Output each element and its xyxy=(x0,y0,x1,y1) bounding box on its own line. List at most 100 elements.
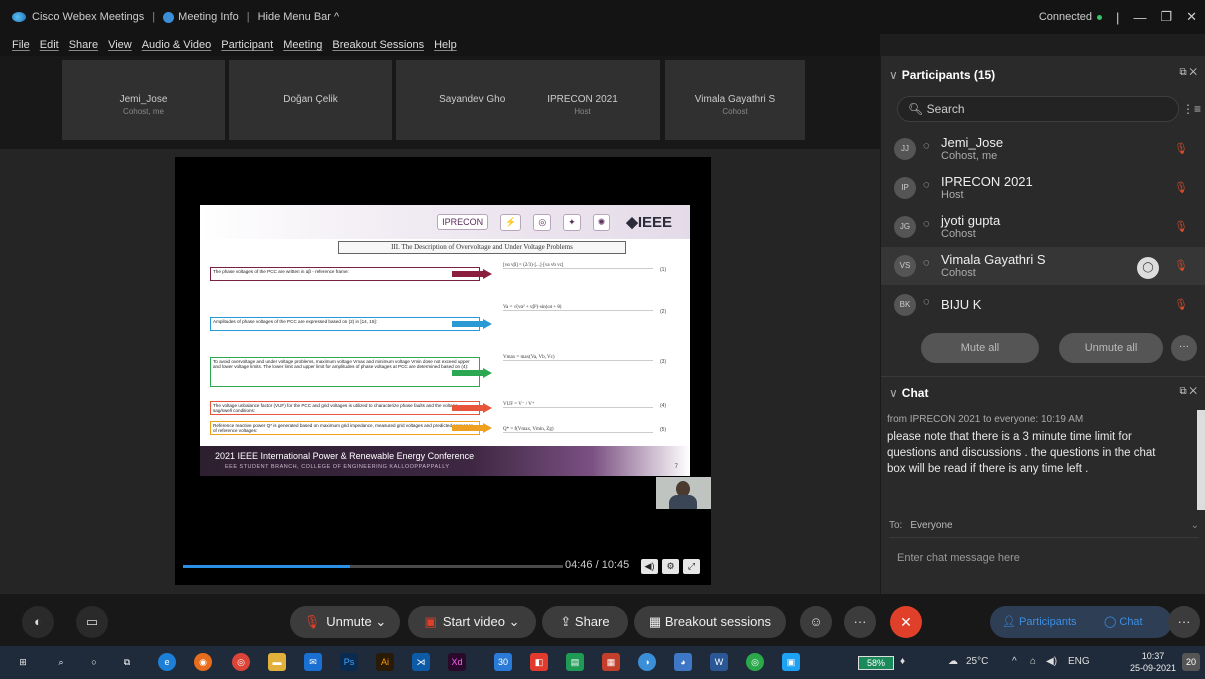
captions-icon[interactable]: ▭ xyxy=(76,606,108,638)
participants-toggle-button[interactable]: 👤︎ Participants xyxy=(1002,606,1077,638)
menu-file[interactable]: File xyxy=(12,39,30,51)
webex-meetings-icon[interactable]: ◕ xyxy=(674,653,692,671)
word-icon[interactable]: W xyxy=(710,653,728,671)
reactions-icon[interactable]: ☺ xyxy=(800,606,832,638)
edge-icon[interactable]: e xyxy=(158,653,176,671)
webex-assistant-icon[interactable]: ◐ xyxy=(22,606,54,638)
file-explorer-icon[interactable]: ▬ xyxy=(268,653,286,671)
xd-icon[interactable]: Xd xyxy=(448,653,466,671)
participant-row[interactable]: JG ◌ jyoti gupta Cohost 🎙︎ xyxy=(881,208,1205,246)
menu-edit[interactable]: Edit xyxy=(40,39,59,51)
hide-menu-bar-button[interactable]: Hide Menu Bar ^ xyxy=(258,11,340,23)
chat-recipient-select[interactable]: To: Everyone ⌄ xyxy=(889,520,1199,538)
menu-meeting[interactable]: Meeting xyxy=(283,39,322,51)
menu-share[interactable]: Share xyxy=(69,39,98,51)
popout-close-icon[interactable]: ⧉ ✕ xyxy=(1179,386,1197,397)
restore-icon[interactable]: ❐ xyxy=(1160,9,1172,25)
fullscreen-icon[interactable]: ⤢ xyxy=(683,559,700,574)
more-options-icon[interactable]: ◯ xyxy=(1137,257,1159,279)
mic-muted-icon[interactable]: 🎙︎ xyxy=(1174,142,1188,155)
shared-video[interactable]: IPRECON ⚡ ◎ ✦ ✺ ◆IEEE III. The Descripti… xyxy=(175,157,711,585)
excel-icon[interactable]: ▤ xyxy=(566,653,584,671)
menu-breakout-sessions[interactable]: Breakout Sessions xyxy=(332,39,424,51)
divider-icon: | xyxy=(1116,9,1120,25)
more-icon[interactable]: ··· xyxy=(1171,335,1197,361)
unmute-all-button[interactable]: Unmute all xyxy=(1059,333,1163,363)
close-icon[interactable]: ✕ xyxy=(1186,9,1197,25)
temperature[interactable]: 25°C xyxy=(966,656,988,667)
volume-icon[interactable]: ◀) xyxy=(641,559,658,574)
video-progress-fill xyxy=(183,565,351,568)
minimize-icon[interactable]: — xyxy=(1133,10,1146,25)
weather-icon[interactable]: ☁ xyxy=(948,656,958,667)
powerpoint-icon[interactable]: ▦ xyxy=(602,653,620,671)
notification-center-icon[interactable]: 20 xyxy=(1182,653,1200,671)
video-thumbnail[interactable]: Doğan Çelik xyxy=(229,60,392,140)
video-thumbnail[interactable]: Vimala Gayathri S Cohost xyxy=(665,60,805,140)
system-tray-chevron-icon[interactable]: ^ xyxy=(1012,656,1017,667)
menu-help[interactable]: Help xyxy=(434,39,457,51)
mic-muted-icon[interactable]: 🎙︎ xyxy=(1174,181,1188,194)
vscode-icon[interactable]: ⋊ xyxy=(412,653,430,671)
menu-participant[interactable]: Participant xyxy=(221,39,273,51)
meeting-info-button[interactable]: Meeting Info xyxy=(178,11,239,23)
video-thumbnail[interactable]: Jemi_Jose Cohost, me xyxy=(62,60,225,140)
slide-logo-iprecon: IPRECON xyxy=(437,214,489,230)
participant-role: Cohost xyxy=(941,228,976,240)
app-icon[interactable]: 30 xyxy=(494,653,512,671)
more-options-icon[interactable]: ··· xyxy=(844,606,876,638)
mic-muted-icon[interactable]: 🎙︎ xyxy=(1174,220,1188,233)
chat-toggle-button[interactable]: ◯ Chat xyxy=(1104,606,1143,638)
more-panels-icon[interactable]: ··· xyxy=(1168,606,1200,638)
participant-search-input[interactable]: 🔍︎ Search xyxy=(897,96,1179,122)
headphone-icon: ◌ xyxy=(923,140,930,152)
settings-icon[interactable]: ⚙ xyxy=(662,559,679,574)
participant-row[interactable]: IP ◌ IPRECON 2021 Host 🎙︎ xyxy=(881,169,1205,207)
participant-row[interactable]: JJ ◌ Jemi_Jose Cohost, me 🎙︎ xyxy=(881,130,1205,168)
video-thumbnail[interactable]: IPRECON 2021 Host xyxy=(505,60,660,140)
connection-status[interactable]: Connected xyxy=(1039,11,1103,23)
mic-muted-icon[interactable]: 🎙︎ xyxy=(1174,259,1188,272)
unmute-button[interactable]: 🎙︎ Unmute ⌄ xyxy=(290,606,400,638)
illustrator-icon[interactable]: Ai xyxy=(376,653,394,671)
panel-divider xyxy=(881,376,1205,377)
cortana-icon[interactable]: ○ xyxy=(85,653,103,671)
windows-start-icon[interactable]: ⊞ xyxy=(14,653,32,671)
mute-all-button[interactable]: Mute all xyxy=(921,333,1039,363)
task-view-icon[interactable]: ⧉ xyxy=(118,653,136,671)
participants-header[interactable]: ∨ Participants (15) xyxy=(889,68,995,82)
office-icon[interactable]: ◧ xyxy=(530,653,548,671)
popout-close-icon[interactable]: ⧉ ✕ xyxy=(1179,67,1197,78)
participant-row[interactable]: BK ◌ BIJU K 🎙︎ xyxy=(881,286,1205,324)
chat-header[interactable]: ∨ Chat xyxy=(889,386,928,400)
network-icon[interactable]: ⌂ xyxy=(1030,656,1036,667)
menu-view[interactable]: View xyxy=(108,39,132,51)
app-icon[interactable]: ▣ xyxy=(782,653,800,671)
language-indicator[interactable]: ENG xyxy=(1068,656,1090,667)
share-button[interactable]: ⇪ Share xyxy=(542,606,628,638)
panel-toggle-group: 👤︎ Participants ◯ Chat xyxy=(990,606,1172,638)
webex-icon[interactable]: ◑ xyxy=(638,653,656,671)
firefox-icon[interactable]: ◉ xyxy=(194,653,212,671)
slide-arrow-icon xyxy=(452,403,492,413)
chrome-icon[interactable]: ◎ xyxy=(232,653,250,671)
mic-muted-icon[interactable]: 🎙︎ xyxy=(1174,298,1188,311)
participant-row[interactable]: VS ◌ Vimala Gayathri S Cohost ◯ 🎙︎ xyxy=(881,247,1205,285)
chat-scrollbar[interactable] xyxy=(1197,410,1205,510)
clock-date: 25-09-2021 xyxy=(1130,663,1177,673)
photoshop-icon[interactable]: Ps xyxy=(340,653,358,671)
leave-meeting-button[interactable]: ✕ xyxy=(890,606,922,638)
chat-input[interactable]: Enter chat message here xyxy=(897,552,1020,564)
video-progress-bar[interactable] xyxy=(183,565,563,568)
slide-footer-title: 2021 IEEE International Power & Renewabl… xyxy=(215,451,475,461)
menu-audio-video[interactable]: Audio & Video xyxy=(142,39,212,51)
volume-icon[interactable]: ◀) xyxy=(1046,656,1057,667)
whatsapp-icon[interactable]: ◎ xyxy=(746,653,764,671)
clock[interactable]: 10:37 25-09-2021 xyxy=(1130,650,1176,674)
battery-indicator[interactable]: 58% xyxy=(858,656,894,670)
mail-icon[interactable]: ✉ xyxy=(304,653,322,671)
search-icon[interactable]: ⌕ xyxy=(52,653,70,671)
start-video-button[interactable]: ▣ Start video ⌄ xyxy=(408,606,536,638)
sort-icon[interactable]: ⋮≡ xyxy=(1182,102,1201,116)
breakout-sessions-button[interactable]: ▦ Breakout sessions xyxy=(634,606,786,638)
